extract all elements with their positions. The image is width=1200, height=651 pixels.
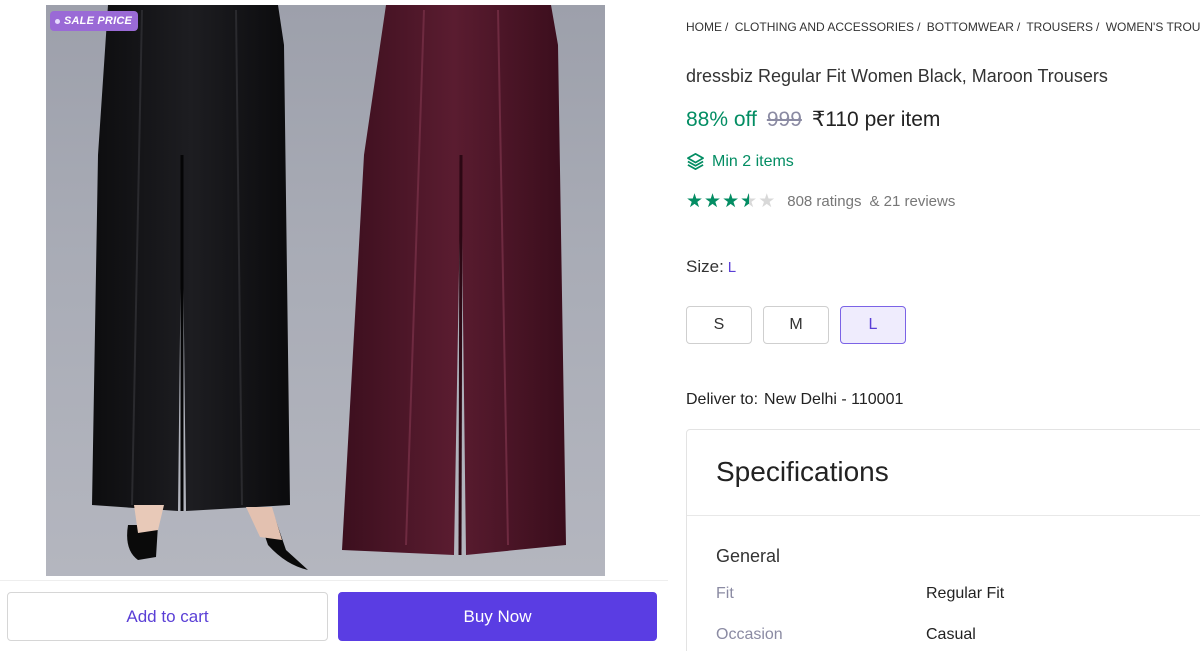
sale-price-badge: SALE PRICE bbox=[50, 11, 139, 31]
star-rating: ★★★★★★★★★★ bbox=[686, 192, 775, 211]
breadcrumb-separator: / bbox=[917, 20, 921, 34]
breadcrumb-home[interactable]: HOME bbox=[686, 20, 722, 34]
specifications-header: Specifications bbox=[687, 430, 1200, 516]
badge-dot-icon bbox=[55, 18, 60, 24]
ratings-count[interactable]: 808 ratings bbox=[787, 193, 861, 210]
specifications-card: Specifications General Fit Regular Fit Oc… bbox=[686, 429, 1200, 651]
action-bar: Add to cart Buy Now bbox=[0, 580, 668, 651]
star-icon: ★★ bbox=[704, 191, 722, 212]
rating-row: ★★★★★★★★★★ 808 ratings & 21 reviews bbox=[686, 192, 955, 211]
spec-key: Occasion bbox=[716, 626, 783, 643]
discount-label: 88% off bbox=[686, 108, 757, 131]
product-title: dressbiz Regular Fit Women Black, Maroon… bbox=[686, 66, 1108, 86]
delivery-location[interactable]: Deliver to: New Delhi - 110001 bbox=[686, 391, 903, 409]
delivery-address: New Delhi - 110001 bbox=[764, 391, 904, 408]
star-icon: ★★ bbox=[740, 191, 758, 212]
selected-size: L bbox=[727, 259, 737, 276]
breadcrumb-bottomwear[interactable]: BOTTOMWEAR bbox=[927, 20, 1014, 34]
product-image[interactable]: SALE PRICE bbox=[46, 5, 605, 576]
breadcrumb-separator: / bbox=[1096, 20, 1100, 34]
size-options: S M L bbox=[686, 306, 906, 344]
deliver-to-label: Deliver to: bbox=[686, 391, 759, 408]
star-icon: ★★ bbox=[722, 191, 740, 212]
breadcrumb-womens-trousers[interactable]: WOMEN'S TROUSERS bbox=[1106, 20, 1200, 34]
trousers-photo bbox=[92, 5, 566, 570]
original-price: 999 bbox=[766, 108, 802, 131]
star-icon: ★★ bbox=[686, 191, 704, 212]
price-row: 88% off 999 ₹110 per item bbox=[686, 107, 940, 132]
size-option-m[interactable]: M bbox=[763, 306, 829, 344]
star-icon: ★★ bbox=[758, 191, 776, 212]
current-price: ₹110 per item bbox=[811, 108, 941, 131]
breadcrumb-separator: / bbox=[725, 20, 729, 34]
size-option-l[interactable]: L bbox=[840, 306, 906, 344]
sale-price-label: SALE PRICE bbox=[64, 15, 133, 27]
spec-value: Regular Fit bbox=[926, 585, 1005, 602]
spec-row-occasion: Occasion Casual bbox=[716, 626, 976, 644]
buy-now-button[interactable]: Buy Now bbox=[338, 592, 657, 641]
breadcrumb-clothing[interactable]: CLOTHING AND ACCESSORIES bbox=[735, 20, 914, 34]
size-label-text: Size: bbox=[686, 257, 724, 276]
reviews-count[interactable]: & 21 reviews bbox=[869, 193, 955, 210]
min-order-info: Min 2 items bbox=[686, 152, 794, 171]
size-option-s[interactable]: S bbox=[686, 306, 752, 344]
size-label: Size: L bbox=[686, 257, 736, 277]
specifications-title: Specifications bbox=[716, 456, 889, 487]
layers-icon bbox=[687, 153, 704, 170]
breadcrumb: HOME / CLOTHING AND ACCESSORIES / BOTTOMWE… bbox=[686, 20, 1200, 34]
spec-key: Fit bbox=[716, 585, 734, 602]
add-to-cart-button[interactable]: Add to cart bbox=[7, 592, 328, 641]
spec-value: Casual bbox=[926, 626, 976, 643]
product-details: HOME / CLOTHING AND ACCESSORIES / BOTTOMWE… bbox=[686, 0, 1200, 651]
min-order-label: Min 2 items bbox=[712, 152, 794, 170]
spec-row-fit: Fit Regular Fit bbox=[716, 585, 1004, 603]
breadcrumb-separator: / bbox=[1016, 20, 1021, 34]
spec-section-general: General bbox=[716, 546, 781, 566]
breadcrumb-trousers[interactable]: TROUSERS bbox=[1026, 20, 1093, 34]
